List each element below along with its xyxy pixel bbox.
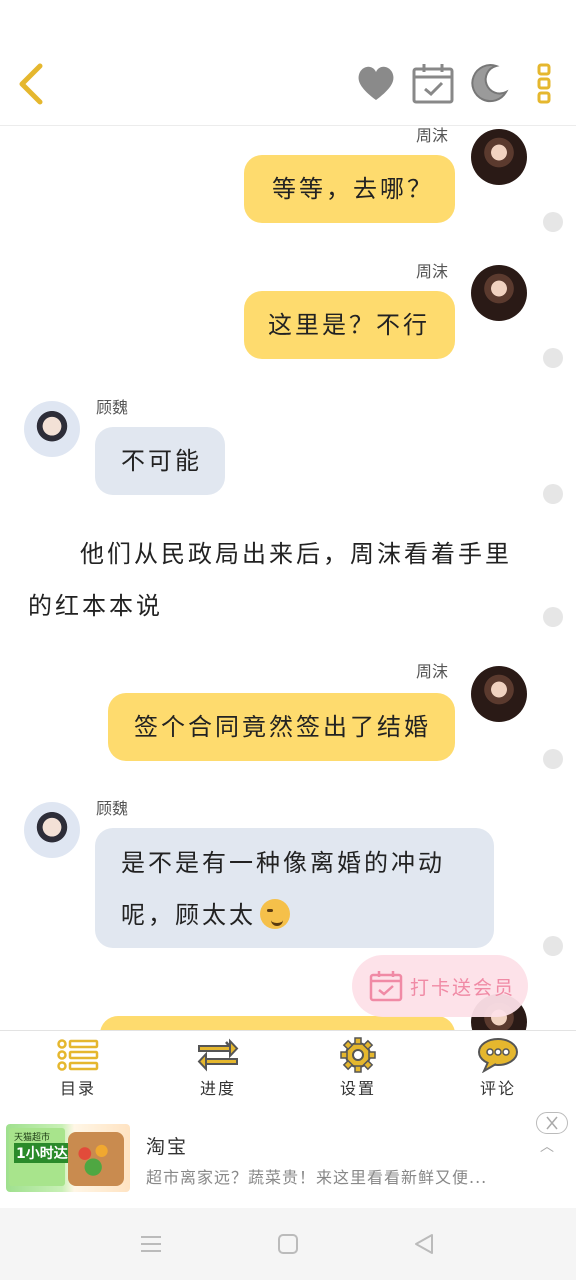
system-nav-bar — [0, 1208, 576, 1280]
avatar[interactable] — [471, 265, 527, 321]
chat-bubble: 等等，去哪？ — [244, 155, 455, 223]
nav-settings[interactable]: 设置 — [308, 1037, 408, 1101]
ad-close-button[interactable] — [536, 1112, 568, 1134]
chat-bubble: 这里是？不行 — [244, 291, 455, 359]
narration-text: 他们从民政局出来后，周沫看着手里的红本本说 — [28, 540, 512, 620]
menu-icon[interactable] — [140, 1234, 162, 1254]
chevron-up-icon[interactable]: ︿ — [540, 1136, 554, 1156]
more-vertical-icon — [537, 63, 551, 104]
chat-bubble: 是不是有一种像离婚的冲动呢，顾太太 — [95, 828, 494, 948]
ad-image-headline: 1小时达 — [14, 1143, 70, 1163]
list-icon — [57, 1039, 99, 1071]
speaker-name: 周沫 — [416, 262, 449, 281]
comment-dot[interactable] — [543, 936, 563, 956]
avatar[interactable] — [471, 129, 527, 185]
comment-dot[interactable] — [543, 212, 563, 232]
speaker-name: 周沫 — [416, 662, 449, 681]
speaker-name: 顾魏 — [96, 799, 129, 818]
nav-label: 设置 — [339, 1079, 376, 1098]
top-bar — [0, 0, 576, 126]
calendar-check-icon — [369, 971, 403, 1002]
reader-app: 周沫 等等，去哪？ 周沫 这里是？不行 顾魏 不可能 他们从民政局出来后，周沫看… — [0, 0, 576, 1280]
avatar[interactable] — [24, 802, 80, 858]
nav-label: 评论 — [479, 1079, 516, 1098]
chat-bubble-icon — [478, 1038, 518, 1073]
home-square-icon[interactable] — [277, 1233, 299, 1255]
ad-banner[interactable]: 天猫超市 1小时达 淘宝 超市离家远？蔬菜贵！来这里看看新鲜又便... ︿ — [0, 1102, 576, 1208]
speaker-name: 周沫 — [416, 126, 449, 145]
nav-label: 目录 — [59, 1079, 96, 1098]
chat-bubble: 签个合同竟然签出了结婚 — [108, 693, 455, 761]
comment-dot[interactable] — [543, 348, 563, 368]
chat-bubble: 不可能 — [95, 427, 225, 495]
swap-arrows-icon — [197, 1038, 239, 1072]
more-button[interactable] — [530, 60, 558, 106]
speaker-name: 顾魏 — [96, 398, 129, 417]
night-mode-button[interactable] — [466, 60, 510, 106]
ad-image-text: 天猫超市 — [14, 1133, 51, 1143]
moon-icon — [471, 64, 509, 103]
gear-icon — [340, 1037, 376, 1073]
close-icon — [546, 1116, 558, 1130]
smirk-emoji-icon — [260, 899, 290, 929]
back-button[interactable] — [14, 62, 50, 106]
back-triangle-icon[interactable] — [413, 1232, 435, 1256]
comment-dot[interactable] — [543, 607, 563, 627]
chat-content: 周沫 等等，去哪？ 周沫 这里是？不行 顾魏 不可能 他们从民政局出来后，周沫看… — [0, 126, 576, 1030]
calendar-check-icon — [412, 64, 454, 104]
chat-bubble — [100, 1016, 455, 1030]
favorite-button[interactable] — [354, 60, 398, 106]
bottom-nav: 目录 进度 设置 评论 — [0, 1030, 576, 1102]
checkin-label: 打卡送会员 — [410, 976, 516, 999]
nav-comments[interactable]: 评论 — [448, 1037, 548, 1101]
comment-dot[interactable] — [543, 749, 563, 769]
nav-catalog[interactable]: 目录 — [28, 1037, 128, 1101]
comment-dot[interactable] — [543, 484, 563, 504]
checkin-vip-button[interactable]: 打卡送会员 — [352, 955, 528, 1017]
heart-icon — [358, 66, 394, 100]
chevron-left-icon — [19, 63, 43, 105]
checkin-calendar-button[interactable] — [411, 60, 455, 106]
ad-title: 淘宝 — [146, 1136, 189, 1158]
avatar[interactable] — [471, 666, 527, 722]
ad-image[interactable]: 天猫超市 1小时达 — [6, 1124, 130, 1192]
ad-description: 超市离家远？蔬菜贵！来这里看看新鲜又便... — [146, 1168, 488, 1187]
nav-label: 进度 — [199, 1079, 236, 1098]
nav-progress[interactable]: 进度 — [168, 1037, 268, 1101]
vegetable-basket-icon — [68, 1132, 124, 1186]
avatar[interactable] — [24, 401, 80, 457]
